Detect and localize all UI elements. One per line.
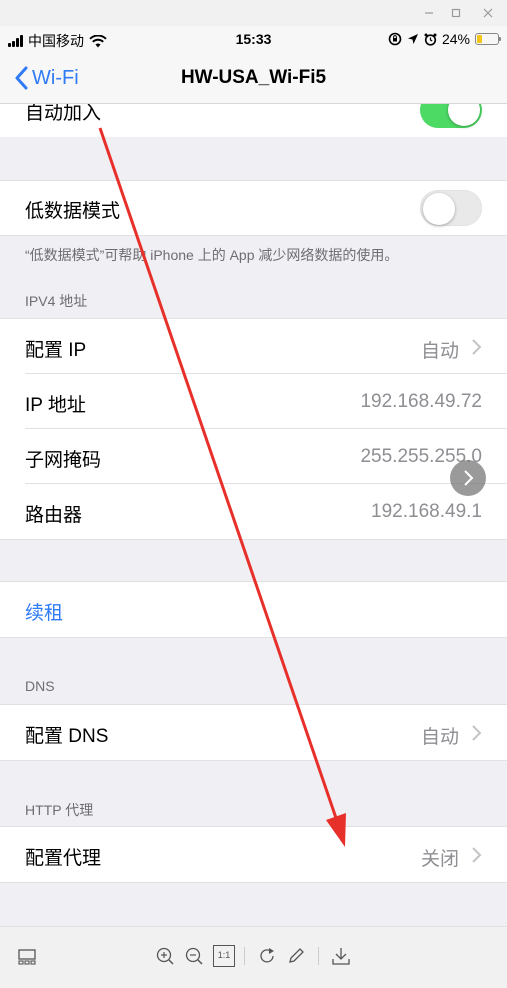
configure-ip-label: 配置 IP	[25, 340, 87, 361]
image-viewer-toolbar: 1:1	[0, 926, 507, 988]
location-icon	[407, 34, 418, 44]
dns-section-header: DNS	[25, 678, 55, 694]
thumbnail-icon[interactable]	[16, 945, 38, 967]
next-image-button[interactable]	[450, 460, 486, 496]
configure-dns-row[interactable]: 配置 DNS 自动	[0, 705, 507, 760]
router-value: 192.168.49.1	[371, 501, 482, 522]
ip-address-label: IP 地址	[25, 395, 86, 416]
configure-proxy-row[interactable]: 配置代理 关闭	[0, 827, 507, 882]
chevron-right-icon	[472, 725, 482, 741]
configure-dns-label: 配置 DNS	[25, 726, 109, 747]
page-title: HW-USA_Wi-Fi5	[180, 67, 327, 88]
ip-address-value: 192.168.49.72	[360, 391, 482, 412]
subnet-mask-row: 子网掩码 255.255.255.0	[0, 429, 507, 484]
configure-proxy-value: 关闭	[420, 849, 459, 870]
chevron-right-icon	[464, 470, 474, 486]
settings-list[interactable]: 自动加入 低数据模式 “低数据模式”可帮助 iPhone 上的 App 减少网络…	[0, 104, 507, 926]
download-icon[interactable]	[330, 945, 352, 967]
chevron-right-icon	[472, 847, 482, 863]
chevron-right-icon	[472, 339, 482, 355]
subnet-mask-label: 子网掩码	[25, 450, 102, 471]
auto-join-row: 自动加入	[0, 104, 507, 137]
zoom-out-icon[interactable]	[183, 945, 205, 967]
renew-lease-row[interactable]: 续租	[0, 582, 507, 637]
minimize-icon[interactable]	[420, 4, 438, 22]
battery-icon	[475, 33, 501, 45]
ipv4-section-header: IPV4 地址	[25, 293, 88, 309]
toggle-knob	[423, 193, 455, 225]
renew-lease-button[interactable]: 续租	[25, 598, 63, 625]
navigation-bar: Wi-Fi HW-USA_Wi-Fi5	[0, 54, 507, 104]
zoom-in-icon[interactable]	[154, 945, 176, 967]
configure-ip-value: 自动	[420, 341, 459, 362]
rotation-lock-icon	[388, 32, 402, 46]
battery-percent: 24%	[441, 31, 470, 47]
rotate-icon[interactable]	[256, 945, 278, 967]
low-data-mode-row: 低数据模式	[0, 180, 507, 235]
maximize-icon[interactable]	[447, 4, 465, 22]
image-viewer-titlebar	[0, 0, 507, 26]
configure-ip-row[interactable]: 配置 IP 自动	[0, 319, 507, 374]
ip-address-row: IP 地址 192.168.49.72	[0, 374, 507, 429]
configure-proxy-label: 配置代理	[25, 848, 102, 869]
status-bar: 中国移动 15:33 24%	[0, 26, 507, 54]
low-data-mode-footnote: “低数据模式”可帮助 iPhone 上的 App 减少网络数据的使用。	[25, 247, 399, 263]
edit-icon[interactable]	[285, 945, 307, 967]
low-data-mode-toggle[interactable]	[420, 190, 482, 226]
auto-join-toggle[interactable]	[420, 104, 482, 128]
low-data-mode-label: 低数据模式	[25, 201, 121, 222]
actual-size-icon[interactable]: 1:1	[213, 945, 235, 967]
toggle-knob	[448, 104, 480, 126]
router-label: 路由器	[25, 505, 83, 526]
alarm-icon	[424, 33, 437, 46]
close-icon[interactable]	[479, 4, 497, 22]
configure-dns-value: 自动	[420, 727, 459, 748]
auto-join-label: 自动加入	[25, 104, 102, 124]
router-row: 路由器 192.168.49.1	[0, 484, 507, 539]
http-proxy-section-header: HTTP 代理	[25, 802, 94, 818]
